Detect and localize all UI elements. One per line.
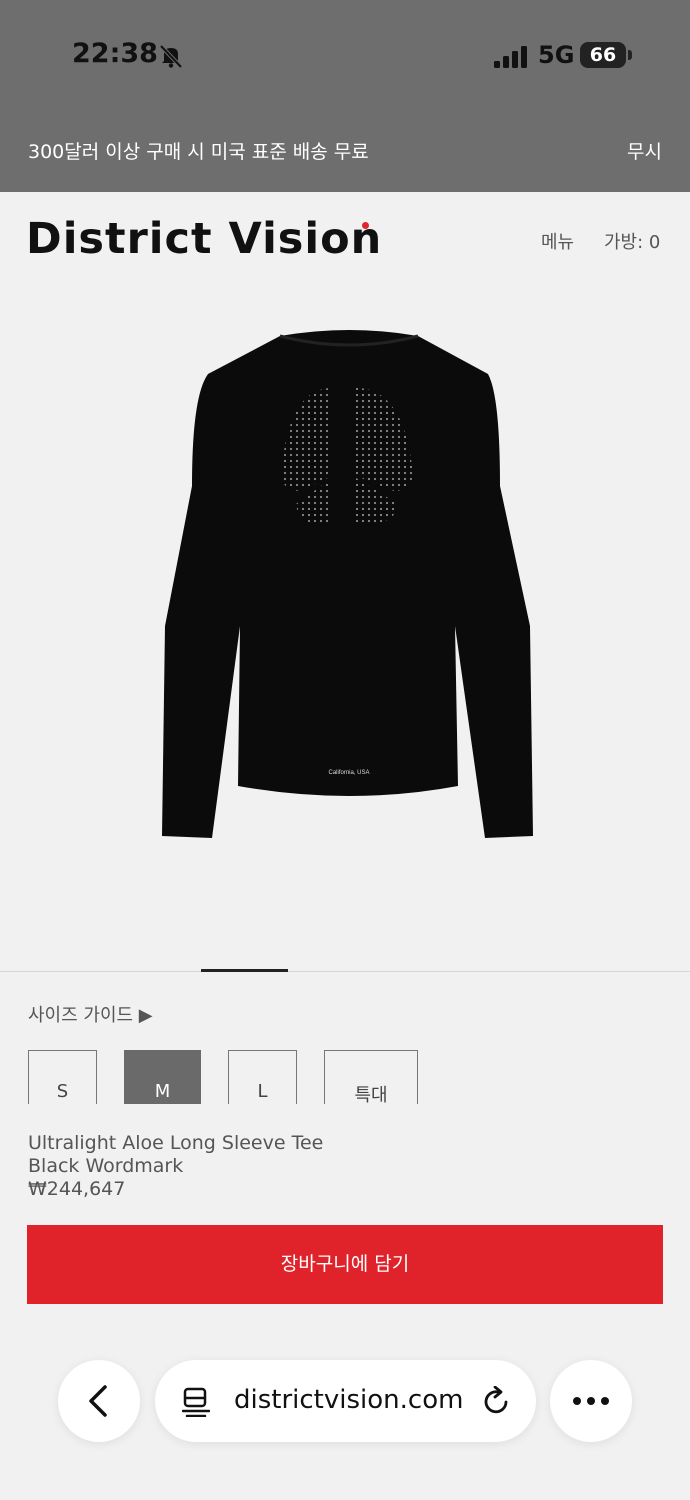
more-button[interactable] <box>550 1360 632 1442</box>
dismiss-button[interactable]: 무시 <box>627 137 662 164</box>
gallery-divider <box>0 971 690 972</box>
bell-muted-icon <box>159 44 183 69</box>
site-header: District Vision 메뉴 가방: 0 <box>0 192 690 284</box>
top-bar: 22:38 5G 66 300달러 이상 구매 시 미국 표준 배송 무료 무시 <box>0 0 690 192</box>
size-xl-button[interactable]: 특대 <box>324 1050 418 1106</box>
address-bar[interactable]: districtvision.com <box>155 1360 536 1442</box>
promo-banner-text: 300달러 이상 구매 시 미국 표준 배송 무료 <box>28 141 369 163</box>
reload-icon[interactable] <box>482 1386 512 1416</box>
add-to-cart-button[interactable]: 장바구니에 담기 <box>27 1225 663 1304</box>
product-image[interactable]: California, USA <box>150 326 545 846</box>
product-price: ₩244,647 <box>28 1178 126 1200</box>
more-dots-icon <box>573 1397 609 1405</box>
back-button[interactable] <box>58 1360 140 1442</box>
network-label: 5G <box>538 41 575 69</box>
shirt-print-text: California, USA <box>328 770 369 776</box>
logo-dot <box>362 222 369 229</box>
size-m-button[interactable]: M <box>124 1050 201 1104</box>
product-name: Ultralight Aloe Long Sleeve Tee <box>28 1132 324 1154</box>
logo[interactable]: District Vision <box>26 214 382 264</box>
size-l-button[interactable]: L <box>228 1050 297 1104</box>
page-icon <box>182 1387 210 1417</box>
url-text: districtvision.com <box>234 1385 464 1415</box>
chevron-left-icon <box>89 1385 107 1417</box>
gallery-indicator[interactable] <box>201 969 288 972</box>
status-time: 22:38 <box>72 38 158 69</box>
battery-tip <box>628 50 632 60</box>
menu-button[interactable]: 메뉴 <box>541 228 574 254</box>
battery-icon: 66 <box>580 42 626 68</box>
signal-icon <box>494 46 527 68</box>
product-color: Black Wordmark <box>28 1155 184 1177</box>
size-s-button[interactable]: S <box>28 1050 97 1104</box>
size-guide-link[interactable]: 사이즈 가이드 ▶ <box>28 1001 153 1027</box>
cart-button[interactable]: 가방: 0 <box>604 228 660 254</box>
